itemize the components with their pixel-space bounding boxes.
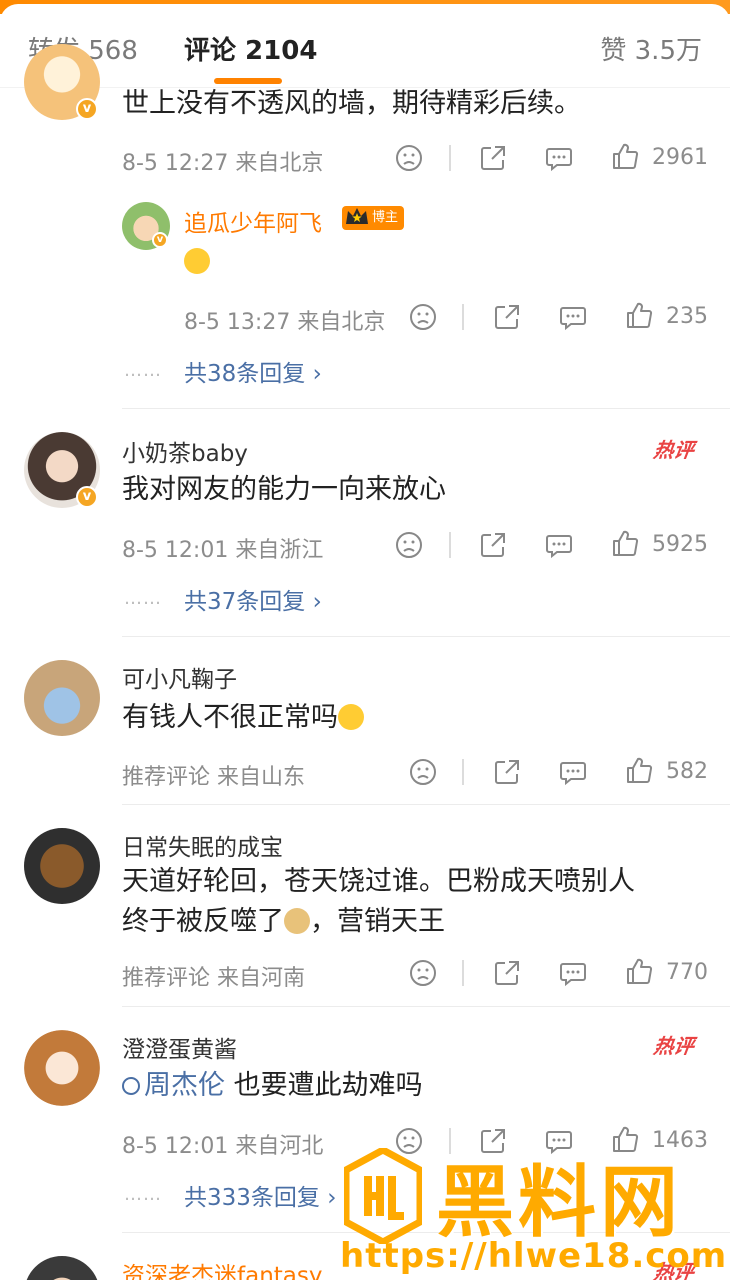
dislike-icon[interactable] (408, 958, 438, 988)
watermark-logo-icon (342, 1146, 424, 1246)
comment-text-line2: 终于被反噬了 ，营销天王 (122, 902, 445, 942)
blogger-badge: 博主 (342, 204, 405, 230)
divider (462, 759, 464, 785)
comment-icon[interactable] (558, 958, 588, 988)
share-icon[interactable] (492, 302, 522, 332)
reply-meta: 8-5 13:27 来自北京 (184, 310, 386, 335)
comment-text: 周杰伦 也要遭此劫难吗 (122, 1066, 423, 1106)
like-icon[interactable] (624, 755, 654, 785)
separator (122, 1006, 730, 1007)
divider (449, 532, 451, 558)
avatar[interactable] (24, 660, 100, 736)
comment-username[interactable]: 资深老杰迷fantasy (122, 1256, 322, 1280)
comment-text-content: 有钱人不很正常吗 (122, 702, 338, 733)
comment-text: 有钱人不很正常吗 (122, 698, 364, 738)
comment-username[interactable]: 日常失眠的成宝 (122, 828, 283, 862)
dots: …… (124, 1184, 162, 1205)
like-count: 2961 (652, 145, 708, 170)
reply-emoji (184, 248, 210, 274)
crown-icon (344, 204, 370, 230)
comment-meta: 推荐评论 来自河南 (122, 966, 305, 991)
like-icon[interactable] (610, 528, 640, 558)
tab-comments[interactable]: 评论 2104 (184, 30, 317, 67)
topic-link[interactable]: 周杰伦 (122, 1070, 225, 1101)
like-icon[interactable] (624, 956, 654, 986)
comment-username[interactable]: 可小凡鞠子 (122, 660, 237, 694)
comment-icon[interactable] (558, 757, 588, 787)
hot-comment-tag: 热评 (652, 438, 696, 462)
reply-username[interactable]: 追瓜少年阿飞 (184, 204, 322, 238)
share-icon[interactable] (478, 530, 508, 560)
dots: …… (124, 360, 162, 381)
verified-badge-icon: v (76, 486, 98, 508)
comment-username[interactable]: 小奶茶baby (122, 434, 248, 468)
doge-emoji-icon (284, 908, 310, 934)
more-replies-link[interactable]: 共38条回复 › (184, 354, 322, 388)
hot-comment-tag: 热评 (652, 1034, 696, 1058)
comment-icon[interactable] (544, 530, 574, 560)
comment-meta: 8-5 12:01 来自浙江 (122, 538, 324, 563)
comment-icon[interactable] (544, 143, 574, 173)
like-count: 5925 (652, 532, 708, 557)
comment-meta: 推荐评论 来自山东 (122, 765, 305, 790)
divider (462, 304, 464, 330)
comment-text: 我对网友的能力一向来放心 (122, 474, 446, 505)
verified-badge-icon: v (152, 232, 168, 248)
share-icon[interactable] (492, 958, 522, 988)
like-count: 770 (666, 960, 708, 985)
comment-meta: 8-5 12:27 来自北京 (122, 151, 324, 176)
dislike-icon[interactable] (408, 757, 438, 787)
topic-label: 周杰伦 (144, 1070, 225, 1101)
tab-bar: 转发 568 评论 2104 赞 3.5万 (0, 4, 730, 88)
like-icon[interactable] (610, 141, 640, 171)
avatar[interactable] (24, 1030, 100, 1106)
more-replies-link[interactable]: 共37条回复 › (184, 582, 322, 616)
separator (122, 636, 730, 637)
like-icon[interactable] (624, 300, 654, 330)
comment-meta: 8-5 12:01 来自河北 (122, 1134, 324, 1159)
search-icon (122, 1077, 140, 1095)
comment-text: 世上没有不透风的墙，期待精彩后续。 (122, 88, 581, 119)
laugh-cry-emoji-icon (338, 704, 364, 730)
verified-badge-icon: v (76, 98, 98, 120)
like-count: 235 (666, 304, 708, 329)
like-count: 582 (666, 759, 708, 784)
comment-text: 天道好轮回，苍天饶过谁。巴粉成天喷别人 (122, 866, 635, 897)
comment-username[interactable]: 澄澄蛋黄酱 (122, 1030, 237, 1064)
divider (462, 960, 464, 986)
avatar[interactable] (24, 828, 100, 904)
comment-text-part: ，营销天王 (310, 906, 445, 937)
dislike-icon[interactable] (408, 302, 438, 332)
comment-text-content: 也要遭此劫难吗 (225, 1070, 423, 1101)
separator (122, 804, 730, 805)
tab-likes[interactable]: 赞 3.5万 (600, 30, 702, 67)
dislike-icon[interactable] (394, 143, 424, 173)
comment-icon[interactable] (558, 302, 588, 332)
divider (449, 145, 451, 171)
smile-emoji-icon (184, 248, 210, 274)
comment-text-part: 终于被反噬了 (122, 906, 284, 937)
more-replies-link[interactable]: 共333条回复 › (184, 1178, 336, 1212)
share-icon[interactable] (478, 143, 508, 173)
avatar[interactable] (24, 1256, 100, 1280)
dislike-icon[interactable] (394, 530, 424, 560)
dots: …… (124, 588, 162, 609)
share-icon[interactable] (492, 757, 522, 787)
separator (122, 408, 730, 409)
watermark-url: https://hlwe18.com (340, 1236, 728, 1276)
blogger-badge-label: 博主 (372, 210, 399, 225)
watermark: 黑料网 https://hlwe18.com (340, 1140, 730, 1280)
